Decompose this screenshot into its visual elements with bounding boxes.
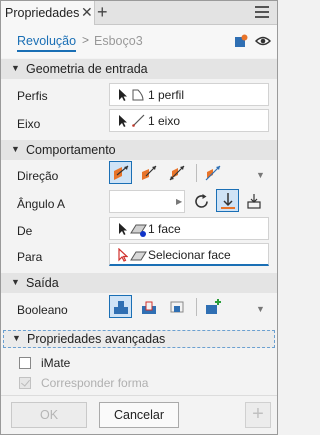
- face-icon: [130, 251, 147, 261]
- to-label: Para: [17, 250, 43, 264]
- collapse-caret-icon: ▼: [11, 277, 20, 287]
- toolbar-divider: [196, 164, 197, 182]
- boolean-label: Booleano: [17, 303, 68, 317]
- tab-bar: Propriedades ✕ +: [1, 1, 277, 25]
- angle-input[interactable]: ▶: [109, 190, 185, 213]
- join-button[interactable]: [109, 295, 132, 318]
- add-tab-icon[interactable]: +: [97, 2, 108, 23]
- cancel-button[interactable]: Cancelar: [99, 402, 179, 428]
- breadcrumb-sketch[interactable]: Esboço3: [94, 34, 143, 48]
- section-title: Comportamento: [26, 143, 116, 157]
- axis-selector[interactable]: 1 eixo: [109, 109, 269, 132]
- breadcrumb-separator: >: [82, 33, 90, 47]
- imate-checkbox[interactable]: [19, 357, 31, 369]
- intersect-icon: [170, 301, 184, 313]
- add-plus-button[interactable]: +: [245, 402, 271, 428]
- direction-asymmetric-button[interactable]: [201, 161, 224, 184]
- profiles-value: 1 perfil: [148, 88, 185, 102]
- collapse-caret-icon: ▼: [11, 144, 20, 154]
- axis-label: Eixo: [17, 117, 41, 131]
- new-solid-button[interactable]: [201, 295, 224, 318]
- direction-default-button[interactable]: [109, 161, 132, 184]
- rotate-direction-icon[interactable]: [193, 193, 210, 210]
- properties-panel: Propriedades ✕ + Revolução > Esboço3 ▼ G…: [0, 0, 278, 435]
- match-shape-checkbox[interactable]: [19, 377, 31, 389]
- direction-flipped-button[interactable]: [137, 161, 160, 184]
- breadcrumb: Revolução > Esboço3: [1, 25, 277, 58]
- face-icon: [130, 224, 147, 237]
- angle-full-button[interactable]: [216, 189, 239, 212]
- direction-asymmetric-icon: [205, 165, 221, 181]
- select-cursor-icon: [119, 223, 127, 235]
- profiles-label: Perfis: [17, 89, 48, 103]
- section-output[interactable]: ▼ Saída: [1, 273, 277, 293]
- tab-properties-label: Propriedades: [5, 6, 80, 20]
- axis-line-icon: [132, 114, 145, 127]
- chevron-down-icon[interactable]: ▼: [256, 170, 265, 180]
- section-title: Saída: [26, 276, 59, 290]
- select-cursor-icon: [119, 89, 127, 101]
- from-label: De: [17, 224, 33, 238]
- cut-button[interactable]: [137, 295, 160, 318]
- angle-flyout-arrow-icon[interactable]: ▶: [176, 197, 182, 206]
- toolbar-divider: [196, 298, 197, 316]
- close-icon[interactable]: ✕: [81, 4, 93, 21]
- direction-default-icon: [114, 165, 129, 180]
- direction-flipped-icon: [142, 165, 157, 180]
- footer-divider: [1, 395, 277, 396]
- section-advanced-properties[interactable]: ▼ Propriedades avançadas: [3, 330, 275, 348]
- direction-symmetric-button[interactable]: [165, 161, 188, 184]
- axis-value: 1 eixo: [148, 114, 181, 128]
- to-face-selector[interactable]: Selecionar face: [109, 243, 269, 266]
- imate-label: iMate: [41, 356, 71, 370]
- visibility-eye-icon[interactable]: [255, 35, 271, 47]
- hamburger-menu-icon[interactable]: [255, 6, 269, 18]
- profiles-selector[interactable]: 1 perfil: [109, 83, 269, 106]
- section-behavior[interactable]: ▼ Comportamento: [1, 140, 277, 160]
- section-input-geometry[interactable]: ▼ Geometria de entrada: [1, 59, 277, 79]
- cut-icon: [142, 301, 156, 314]
- tab-properties[interactable]: Propriedades ✕: [1, 1, 95, 25]
- collapse-caret-icon: ▼: [12, 333, 21, 343]
- to-value: Selecionar face: [148, 248, 231, 262]
- select-cursor-red-icon: [118, 248, 128, 262]
- breadcrumb-revolve[interactable]: Revolução: [17, 34, 77, 52]
- ok-button[interactable]: OK: [11, 402, 87, 428]
- from-face-selector[interactable]: 1 face: [109, 217, 269, 240]
- angle-to-icon[interactable]: [245, 192, 263, 210]
- angle-label: Ângulo A: [17, 197, 66, 211]
- preset-settings-icon[interactable]: [234, 34, 248, 48]
- section-title: Geometria de entrada: [26, 62, 148, 76]
- intersect-button[interactable]: [165, 295, 188, 318]
- angle-full-icon: [221, 193, 235, 209]
- profile-shape-icon: [132, 89, 144, 101]
- from-value: 1 face: [148, 222, 181, 236]
- chevron-down-icon[interactable]: ▼: [256, 304, 265, 314]
- collapse-caret-icon: ▼: [11, 63, 20, 73]
- section-title: Propriedades avançadas: [27, 332, 166, 346]
- select-cursor-icon: [119, 115, 127, 127]
- join-icon: [114, 301, 128, 314]
- new-solid-icon: [206, 299, 221, 314]
- match-shape-label: Corresponder forma: [41, 376, 149, 390]
- direction-label: Direção: [17, 169, 59, 183]
- direction-symmetric-icon: [169, 165, 185, 181]
